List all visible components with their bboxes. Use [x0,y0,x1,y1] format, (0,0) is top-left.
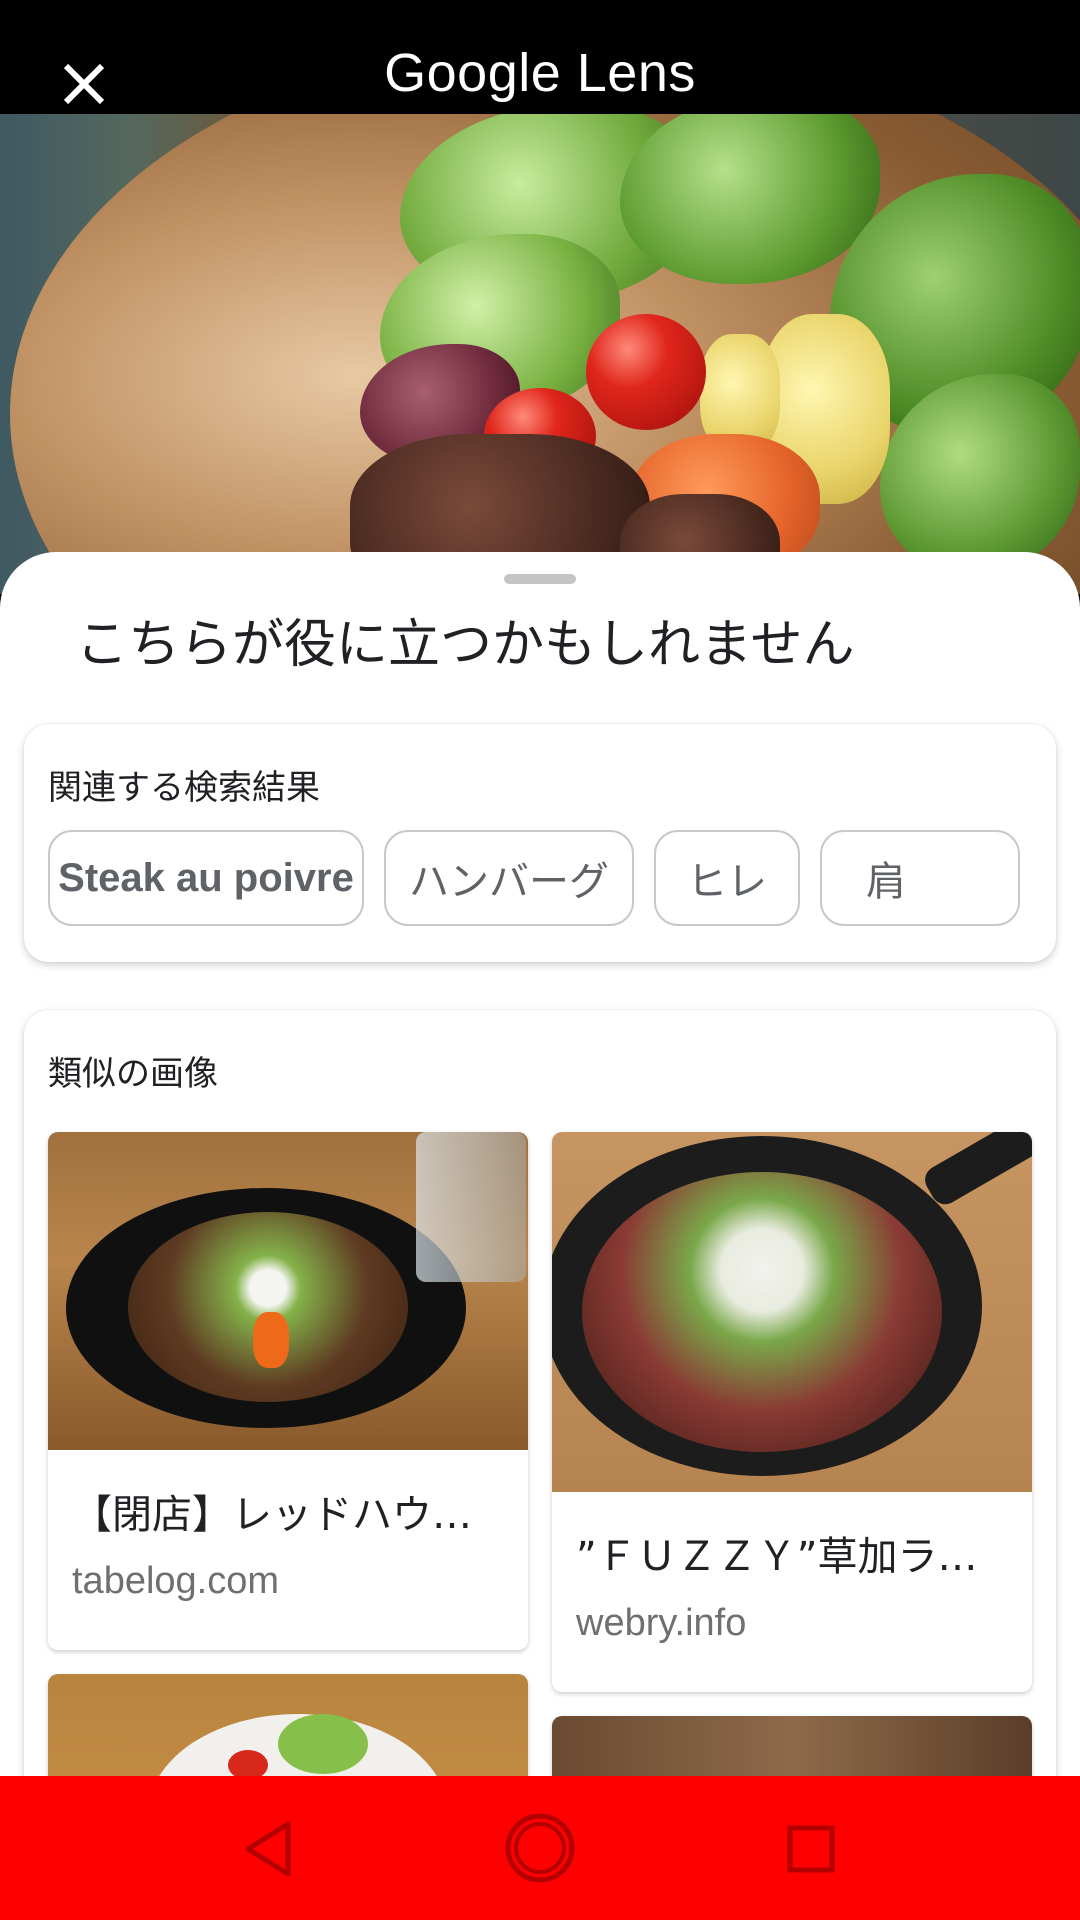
similar-result[interactable] [552,1716,1032,1776]
result-source: webry.info [576,1602,747,1644]
navigation-bar [0,1776,1080,1920]
related-searches-title: 関連する検索結果 [48,768,320,808]
result-image [552,1132,1032,1492]
sheet-heading: こちらが役に立つかもしれません [76,615,855,675]
similar-result[interactable]: 【閉店】レッドハウ… tabelog.com [48,1132,528,1650]
back-icon [245,1821,291,1877]
result-source: tabelog.com [72,1560,280,1602]
chip-label: ヒレ [687,859,767,905]
food-shape [582,1172,942,1452]
related-chips[interactable]: Steak au poivre ハンバーグ ヒレ 肩 [48,830,1056,926]
result-image [552,1716,1032,1776]
top-bar: Google Lens [0,0,1080,114]
similar-result[interactable]: ”ＦＵＺＺＹ”草加ラ… webry.info [552,1132,1032,1692]
related-searches-card: 関連する検索結果 Steak au poivre ハンバーグ ヒレ 肩 [24,724,1056,962]
results-sheet[interactable]: こちらが役に立つかもしれません 関連する検索結果 Steak au poivre… [0,552,1080,1776]
similar-images-title: 類似の画像 [48,1054,218,1094]
similar-result[interactable] [48,1674,528,1776]
similar-images-card: 類似の画像 【閉店】レッドハウ… tabelog.com ”ＦＵＺＺＹ”草加ラ…… [24,1010,1056,1776]
result-image [48,1674,528,1776]
back-button[interactable] [234,1814,304,1884]
chip-hamburg[interactable]: ハンバーグ [384,830,634,926]
tomato-shape [228,1750,268,1776]
home-button[interactable] [500,1808,580,1888]
chip-steak-au-poivre[interactable]: Steak au poivre [48,830,364,926]
tomato-shape [586,314,706,430]
glass-shape [416,1132,526,1282]
leaf-shape [278,1714,368,1774]
chip-partial[interactable]: 肩 [820,830,1020,926]
result-image [48,1132,528,1450]
recents-button[interactable] [776,1814,846,1884]
chip-label: ハンバーグ [409,859,609,905]
sheet-drag-handle[interactable] [504,574,576,584]
result-title: ”ＦＵＺＺＹ”草加ラ… [576,1534,978,1580]
app-title: Google Lens [384,43,696,103]
result-title: 【閉店】レッドハウ… [72,1492,472,1538]
chip-hire[interactable]: ヒレ [654,830,800,926]
carrot-shape [253,1312,289,1368]
skillet-handle-shape [920,1132,1032,1210]
chip-label: 肩 [866,859,906,905]
food-shape [128,1212,408,1402]
query-photo[interactable] [0,114,1080,594]
chip-label: Steak au poivre [58,855,354,900]
recents-icon [787,1825,835,1873]
home-icon [505,1813,575,1883]
